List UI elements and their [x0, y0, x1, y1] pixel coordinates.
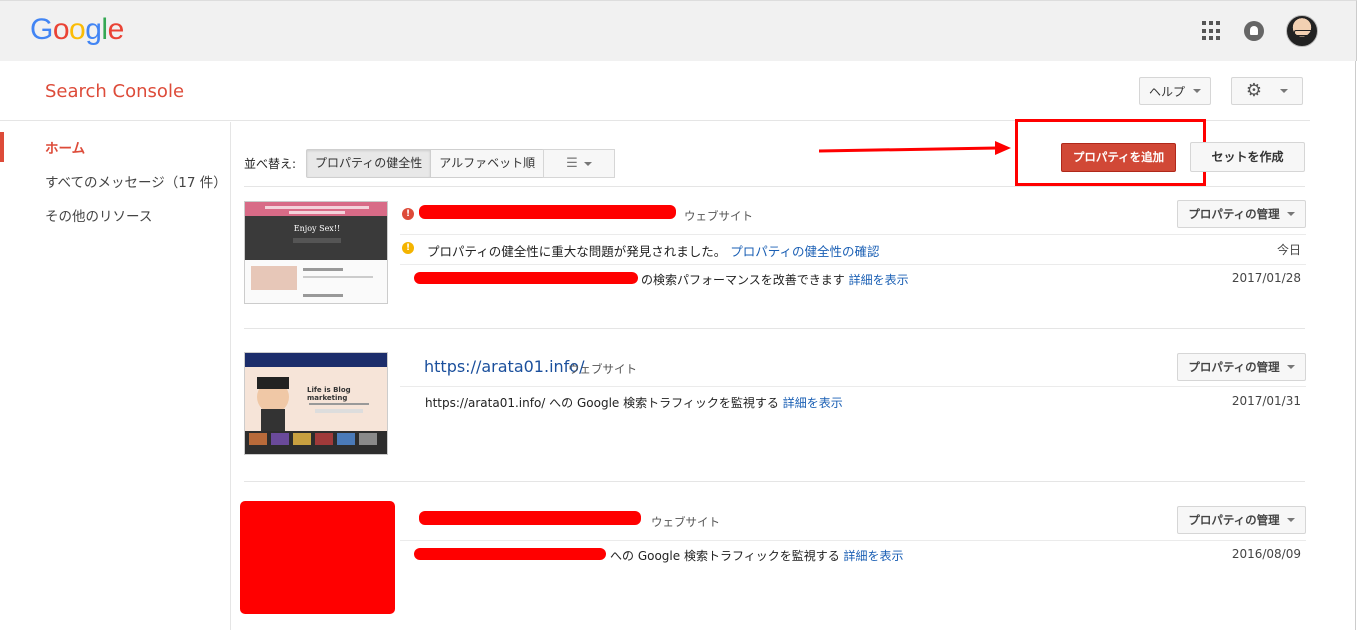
view-mode-button[interactable]: ☰ — [543, 149, 615, 178]
thumbnail-caption: Life is Blog marketing — [307, 386, 351, 402]
row-divider — [400, 234, 1306, 235]
notifications-icon[interactable] — [1244, 21, 1264, 41]
details-link[interactable]: 詳細を表示 — [783, 396, 843, 410]
help-button[interactable]: ヘルプ — [1139, 77, 1211, 105]
redacted-url — [419, 511, 641, 525]
redacted-url — [419, 205, 676, 219]
manage-property-label: プロパティの管理 — [1188, 360, 1280, 374]
logo-letter: g — [85, 13, 102, 46]
message-date: 2017/01/28 — [1231, 271, 1301, 285]
divider — [244, 328, 1305, 329]
divider — [244, 481, 1305, 482]
sidebar-item-messages[interactable]: すべてのメッセージ（17 件） — [45, 171, 227, 191]
app-bar: Search Console ヘルプ ⚙ — [0, 61, 1310, 121]
logo-letter: e — [107, 13, 125, 46]
health-check-link[interactable]: プロパティの健全性の確認 — [730, 244, 879, 259]
window-edge — [1355, 61, 1356, 630]
sort-toggle: プロパティの健全性 アルファベット順 — [306, 149, 545, 178]
message-date: 2016/08/09 — [1231, 547, 1301, 561]
top-icons — [1202, 15, 1318, 47]
manage-property-button[interactable]: プロパティの管理 — [1177, 506, 1306, 534]
property-kind: ウェブサイト — [651, 515, 720, 529]
annotation-arrow — [819, 141, 1011, 155]
site-thumbnail[interactable]: Life is Blog marketing — [244, 352, 388, 455]
divider — [244, 186, 1305, 187]
row-divider — [400, 540, 1306, 541]
details-link[interactable]: 詳細を表示 — [844, 549, 904, 563]
product-name[interactable]: Search Console — [45, 81, 184, 102]
redacted-url — [414, 272, 638, 284]
apps-icon[interactable] — [1202, 21, 1222, 41]
add-property-button[interactable]: プロパティを追加 — [1061, 143, 1176, 172]
warning-icon: ! — [402, 242, 414, 254]
row-divider — [400, 264, 1306, 265]
sidebar-item-home[interactable]: ホーム — [45, 137, 85, 157]
message-date: 2017/01/31 — [1231, 394, 1301, 408]
chevron-down-icon — [1286, 365, 1295, 369]
details-link[interactable]: 詳細を表示 — [849, 273, 909, 287]
sidebar: ホーム すべてのメッセージ（17 件） その他のリソース — [0, 122, 231, 630]
chevron-down-icon — [1280, 89, 1289, 93]
gear-icon: ⚙ — [1245, 80, 1263, 101]
chevron-down-icon — [1286, 212, 1295, 216]
manage-property-label: プロパティの管理 — [1188, 207, 1280, 221]
sort-label: 並べ替え: — [244, 157, 297, 171]
help-button-label: ヘルプ — [1148, 84, 1185, 99]
settings-button[interactable]: ⚙ — [1231, 77, 1303, 105]
manage-property-label: プロパティの管理 — [1188, 513, 1280, 527]
chevron-down-icon — [1193, 89, 1201, 93]
create-set-button[interactable]: セットを作成 — [1190, 142, 1305, 172]
manage-property-button[interactable]: プロパティの管理 — [1177, 200, 1306, 228]
chevron-down-icon — [1286, 518, 1295, 522]
message-text: https://arata01.info/ への Google 検索トラフィック… — [425, 396, 843, 410]
top-bar: Google — [0, 0, 1357, 61]
google-logo[interactable]: Google — [30, 13, 124, 47]
sort-by-health[interactable]: プロパティの健全性 — [307, 150, 432, 177]
message-text: への Google 検索トラフィックを監視する 詳細を表示 — [610, 549, 904, 563]
logo-letter: o — [52, 13, 70, 46]
active-indicator — [0, 132, 4, 162]
row-divider — [400, 386, 1306, 387]
thumbnail-caption: Enjoy Sex!! — [293, 224, 341, 233]
sidebar-item-resources[interactable]: その他のリソース — [45, 205, 152, 225]
redacted-url — [414, 548, 606, 560]
property-kind: ウェブサイト — [568, 362, 637, 376]
chevron-down-icon — [583, 161, 592, 166]
message-date: 今日 — [1276, 243, 1301, 257]
sort-alphabetical[interactable]: アルファベット順 — [431, 150, 544, 177]
avatar[interactable] — [1286, 15, 1318, 47]
manage-property-button[interactable]: プロパティの管理 — [1177, 353, 1306, 381]
site-thumbnail[interactable]: Enjoy Sex!! — [244, 201, 388, 304]
message-text: プロパティの健全性に重大な問題が発見されました。 プロパティの健全性の確認 — [427, 244, 880, 259]
logo-letter: o — [69, 13, 86, 46]
error-icon: ! — [402, 208, 414, 220]
property-url[interactable]: https://arata01.info/ — [424, 357, 584, 376]
property-kind: ウェブサイト — [684, 209, 753, 223]
message-text: の検索パフォーマンスを改善できます 詳細を表示 — [641, 273, 909, 287]
list-icon: ☰ — [566, 156, 578, 171]
logo-letter: G — [30, 13, 53, 46]
redacted-thumbnail — [240, 501, 395, 614]
